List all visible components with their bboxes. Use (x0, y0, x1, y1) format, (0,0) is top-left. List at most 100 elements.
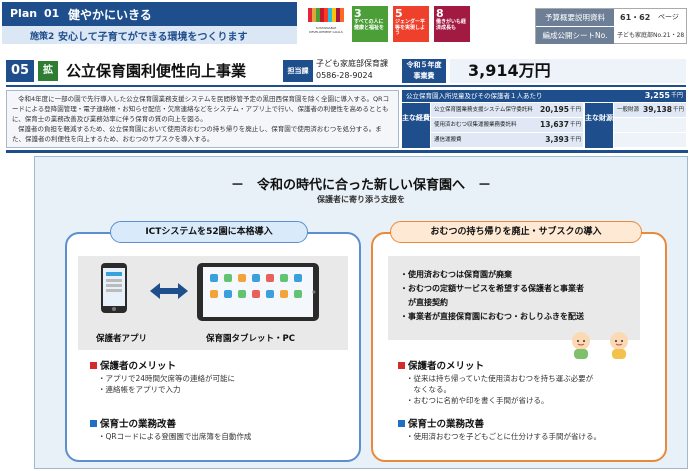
dept-phone: 0586-28-9024 (316, 71, 373, 80)
cost-item-unit: 千円 (569, 107, 581, 113)
policy-text: 安心して子育てができる環境をつくります (58, 32, 248, 43)
cost-table: 公立保育園入所児童及びその保護者１人あたり 3,255 千円 主な経費 公立保育… (402, 90, 686, 148)
baby-icon (572, 332, 590, 359)
list-item: が直接契約 (400, 298, 448, 307)
list-item: ・おむつに名前や印を書く手間が省ける。 (406, 396, 549, 405)
plan-number: 01 (44, 7, 60, 20)
list-item: ・連絡帳をアプリで入力 (98, 385, 181, 394)
description-para-1: 令和4年度に一部の園で先行導入した公立保育園業務支援システムを民間移管予定の黒田… (12, 95, 390, 123)
main-cost-label: 主な経費 (402, 103, 430, 148)
left-improve-title: 保育士の業務改善 (90, 416, 176, 430)
cost-header: 公立保育園入所児童及びその保護者１人あたり 3,255 千円 (402, 90, 686, 102)
plan-bar: Plan 01 健やかにいきる (2, 2, 297, 26)
cost-header-label: 公立保育園入所児童及びその保護者１人あたり (406, 92, 543, 100)
title-divider (6, 85, 686, 87)
diaper-points: ・使用済おむつは保育園が廃棄 ・おむつの定額サービスを希望する保護者と事業者 が… (400, 268, 584, 324)
cost-item-unit: 千円 (569, 137, 581, 143)
budget-doc-pages: 61・62 (620, 13, 651, 22)
blue-square-icon (90, 420, 97, 427)
project-number: 05 (6, 60, 34, 82)
funding-row: 一般財源 39,138 千円 (614, 103, 686, 117)
blue-square-icon (398, 420, 405, 427)
main-heading: － 令和の時代に合った新しい保育園へ － (230, 178, 491, 193)
ict-pill: ICTシステムを52園に本格導入 (110, 221, 308, 243)
sync-arrow-icon (150, 283, 188, 299)
main-subheading: 保護者に寄り添う支援を (317, 195, 405, 204)
budget-label: 令和５年度 事業費 (402, 59, 446, 83)
budget-value: 3,914万円 (450, 59, 686, 83)
list-item: ・アプリで24時間欠席等の連絡が可能に (98, 374, 236, 383)
sdg-3-icon: 3 すべての人に健康と福祉を (352, 6, 388, 42)
funding-row-empty (614, 118, 686, 132)
sdg-8-label: 働きがいも経済成長も (436, 19, 467, 31)
budget-doc-label: 予算概要説明資料 (536, 9, 614, 26)
plan-title: 健やかにいきる (68, 8, 152, 22)
description-box: 令和4年度に一部の園で先行導入した公立保育園業務支援システムを民間移管予定の黒田… (6, 90, 399, 148)
dept-name: 子ども家庭部保育課 (316, 59, 388, 68)
right-improve-title-text: 保育士の業務改善 (408, 419, 485, 430)
left-merit-title: 保護者のメリット (90, 358, 176, 372)
list-item: ・QRコードによる登園園で出席簿を自動作成 (98, 432, 252, 441)
left-improve-list: ・QRコードによる登園園で出席簿を自動作成 (98, 431, 251, 442)
cost-item-value: 13,637 (540, 120, 569, 129)
cost-item-label: 通信運搬費 (434, 137, 462, 143)
left-merit-title-text: 保護者のメリット (100, 361, 177, 372)
list-item: ・従来は持ち帰っていた使用済おむつを持ち運ぶ必要が (406, 374, 594, 383)
cost-item-value: 3,393 (545, 135, 569, 144)
cost-item-label: 公立保育園業務支援システム保守委託料 (434, 107, 533, 113)
cost-header-unit: 千円 (670, 92, 683, 99)
sheet-label: 編成公開シートNo. (536, 27, 614, 44)
smartphone-icon (101, 263, 127, 313)
plan-label: Plan (10, 7, 38, 20)
baby-icon (610, 332, 628, 359)
right-improve-list: ・使用済おむつを子どもごとに仕分けする手間が省ける。 (406, 431, 601, 442)
right-merit-title: 保護者のメリット (398, 358, 484, 372)
sdgs-logo: SUSTAINABLE DEVELOPMENT GOALS (306, 6, 346, 42)
funding-value: 39,138 (643, 105, 672, 114)
red-square-icon (90, 362, 97, 369)
list-item: ・使用済おむつは保育園が廃棄 (400, 270, 512, 279)
sdgs-logo-text: SUSTAINABLE DEVELOPMENT GOALS (309, 26, 343, 34)
tablet-label: 保育園タブレット・PC (206, 334, 295, 344)
description-para-2: 保護者の負担を軽減するため、公立保育園において使用済おむつの持ち帰りを廃止し、保… (12, 125, 382, 143)
left-improve-title-text: 保育士の業務改善 (100, 419, 177, 430)
project-title: 公立保育園利便性向上事業 (66, 62, 247, 80)
funding-row-empty (614, 133, 686, 147)
tablet-icon (197, 263, 319, 321)
cost-header-value: 3,255 (644, 91, 670, 100)
budget-doc-unit: ページ (658, 13, 679, 21)
sdg-5-icon: 5 ジェンダー平等を実現しよう (393, 6, 429, 42)
sheet-value: 子ども家庭部No.21・28 (617, 32, 685, 39)
cost-row: 通信運搬費 3,393 千円 (431, 133, 583, 147)
list-item: ・使用済おむつを子どもごとに仕分けする手間が省ける。 (406, 432, 601, 441)
reference-table: 予算概要説明資料 61・62 ページ 編成公開シートNo. 子ども家庭部No.2… (535, 8, 687, 44)
budget-label-year: 令和５年度 (406, 61, 442, 69)
dept-info: 子ども家庭部保育課 0586-28-9024 (316, 58, 388, 82)
panel-accent-line (6, 150, 688, 153)
cost-item-value: 20,195 (540, 105, 569, 114)
policy-tag: 施策2 (30, 32, 55, 42)
funding-label: 一般財源 (617, 107, 640, 113)
app-label: 保護者アプリ (96, 334, 148, 344)
cost-row: 公立保育園業務支援システム保守委託料 20,195 千円 (431, 103, 583, 117)
cost-item-unit: 千円 (569, 122, 581, 128)
right-improve-title: 保育士の業務改善 (398, 416, 484, 430)
sdg-8-icon: 8 働きがいも経済成長も (434, 6, 470, 42)
red-square-icon (398, 362, 405, 369)
policy-bar: 施策2 安心して子育てができる環境をつくります (2, 26, 297, 44)
list-item: ・おむつの定額サービスを希望する保護者と事業者 (400, 284, 584, 293)
cost-item-label: 使用済おむつ収集運搬業務委託料 (434, 122, 517, 128)
list-item: なくなる。 (406, 385, 451, 394)
list-item: ・事業者が直接保育園におむつ・おしりふきを配送 (400, 312, 584, 321)
main-funding-label: 主な財源 (585, 103, 613, 148)
expansion-badge: 拡 (38, 61, 58, 81)
funding-unit: 千円 (672, 107, 684, 113)
dept-label: 担当課 (283, 60, 313, 82)
right-merit-title-text: 保護者のメリット (408, 361, 485, 372)
left-merit-list: ・アプリで24時間欠席等の連絡が可能に ・連絡帳をアプリで入力 (98, 373, 235, 395)
cost-row: 使用済おむつ収集運搬業務委託料 13,637 千円 (431, 118, 583, 132)
budget-label-cost: 事業費 (413, 72, 435, 80)
sdg-3-label: すべての人に健康と福祉を (354, 19, 385, 31)
right-merit-list: ・従来は持ち帰っていた使用済おむつを持ち運ぶ必要が なくなる。 ・おむつに名前や… (406, 373, 593, 406)
diaper-pill: おむつの持ち帰りを廃止・サブスクの導入 (390, 221, 642, 243)
